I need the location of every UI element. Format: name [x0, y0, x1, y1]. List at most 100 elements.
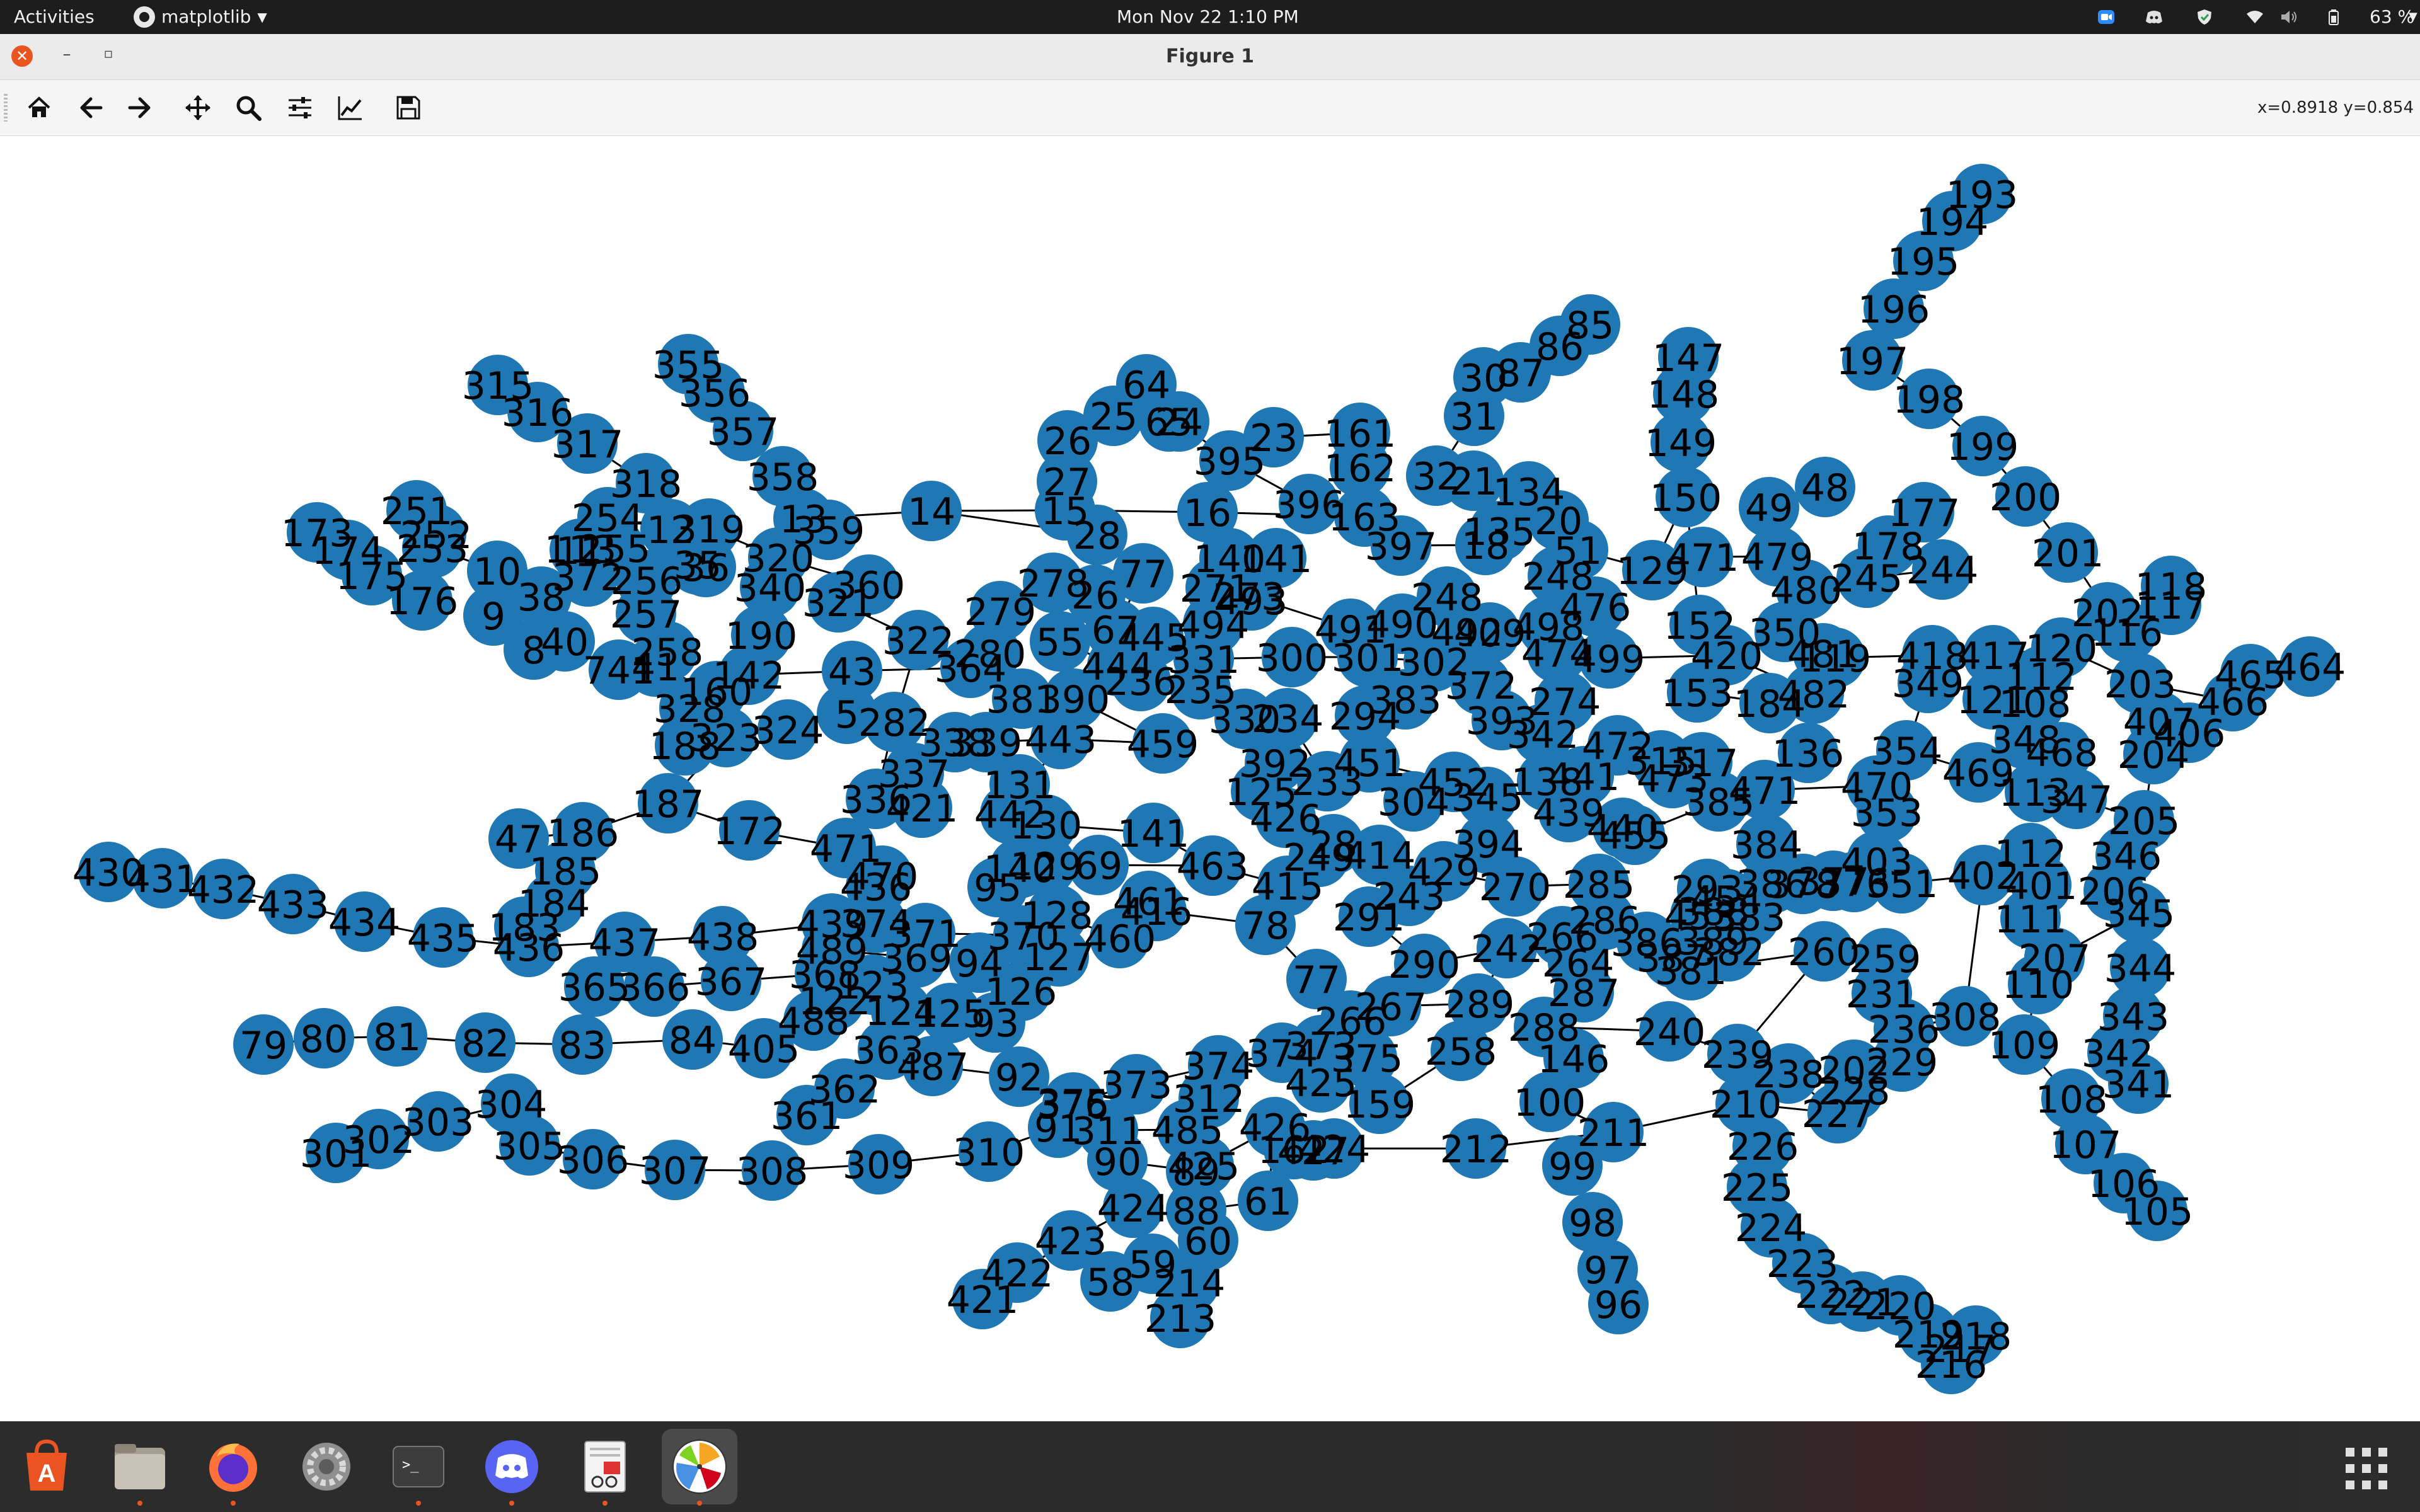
shield-icon[interactable] — [2196, 9, 2213, 25]
graph-node-label: 216 — [1915, 1343, 1988, 1387]
pan-icon[interactable] — [182, 91, 214, 124]
graph-node-label: 240 — [1634, 1011, 1706, 1055]
graph-node-label: 472 — [1582, 724, 1654, 769]
app-menu[interactable]: matplotlib ▼ — [134, 0, 267, 34]
save-icon[interactable] — [392, 91, 425, 124]
graph-node-label: 430 — [72, 851, 145, 895]
svg-text:>_: >_ — [402, 1457, 419, 1473]
configure-subplots-icon[interactable] — [284, 91, 316, 124]
graph-node-label: 226 — [1727, 1125, 1799, 1169]
graph-node-label: 323 — [690, 716, 763, 760]
zoom-icon[interactable] — [2097, 9, 2115, 25]
back-arrow-icon[interactable] — [74, 91, 107, 124]
graph-node-label: 204 — [2118, 733, 2190, 777]
graph-node-label: 100 — [1514, 1081, 1586, 1125]
graph-node-label: 471 — [1667, 536, 1739, 580]
maximize-icon[interactable]: ▫ — [97, 43, 120, 66]
dock: A >_ — [0, 1421, 2420, 1512]
graph-node-label: 442 — [974, 793, 1047, 837]
home-icon[interactable] — [23, 91, 55, 124]
graph-node-label: 98 — [1569, 1201, 1616, 1246]
graph-node-label: 301 — [300, 1132, 372, 1176]
graph-node-label: 454 — [1690, 878, 1763, 922]
graph-node-label: 396 — [1273, 483, 1345, 527]
graph-node-label: 317 — [551, 423, 624, 467]
graph-node-label: 28 — [1073, 514, 1121, 558]
graph-node-label: 89 — [1172, 1150, 1220, 1194]
running-indicator — [602, 1501, 608, 1506]
graph-node-label: 421 — [886, 787, 959, 831]
running-indicator — [137, 1501, 142, 1506]
running-indicator — [231, 1501, 236, 1506]
forward-arrow-icon[interactable] — [124, 91, 156, 124]
graph-node-label: 273 — [1213, 575, 1286, 619]
clock[interactable]: Mon Nov 22 1:10 PM — [1117, 0, 1299, 34]
graph-node-label: 339 — [950, 721, 1023, 765]
graph-node-label: 358 — [747, 455, 819, 500]
system-tray[interactable]: 63 % ▼ — [2067, 0, 2420, 34]
graph-node-label: 266 — [1315, 1000, 1387, 1044]
graph-node-label: 366 — [618, 966, 691, 1010]
graph-node-label: 308 — [736, 1150, 809, 1194]
graph-node-label: 438 — [687, 915, 759, 959]
graph-node-label: 48 — [1801, 466, 1849, 510]
matplotlib-icon[interactable] — [669, 1436, 730, 1506]
graph-node-label: 199 — [1947, 425, 2019, 469]
graph-node-label: 424 — [1097, 1187, 1170, 1231]
graph-nodes: 1931941951961971981992002012021181171161… — [72, 164, 2346, 1394]
graph-node-label: 285 — [1563, 863, 1635, 907]
graph-node-label: 141 — [1117, 812, 1190, 856]
graph-node-label: 421 — [947, 1278, 1019, 1322]
figure-canvas[interactable]: 193 194 195 196 197 198 199 200 201 202 118 117 116 1… — [0, 136, 2420, 1421]
graph-node-label: 433 — [257, 883, 330, 927]
discord-icon[interactable] — [2145, 9, 2163, 25]
graph-node-label: 402 — [1947, 854, 2020, 898]
firefox-icon[interactable] — [203, 1436, 263, 1506]
graph-node-label: 195 — [1887, 240, 1960, 284]
toolbar-grip[interactable] — [4, 94, 8, 122]
graph-node-label: 434 — [328, 901, 401, 945]
graph-node-label: 464 — [2274, 646, 2346, 690]
graph-node-label: 270 — [1479, 866, 1552, 910]
graph-node-label: 305 — [493, 1125, 566, 1169]
minimize-icon[interactable]: – — [55, 43, 78, 66]
graph-node-label: 306 — [557, 1138, 630, 1183]
terminal-icon[interactable]: >_ — [388, 1436, 449, 1506]
graph-node-label: 376 — [1818, 861, 1891, 905]
graph-node-label: 357 — [707, 410, 780, 454]
close-icon[interactable]: ✕ — [11, 45, 33, 67]
activities-button[interactable]: Activities — [14, 0, 95, 34]
zoom-icon[interactable] — [232, 91, 265, 124]
text-editor-icon[interactable] — [575, 1436, 635, 1506]
graph-node-label: 260 — [1788, 931, 1860, 975]
graph-node-label: 213 — [1144, 1297, 1217, 1341]
network-graph[interactable]: 1931941951961971981992002012021181171161… — [0, 136, 2420, 1421]
graph-node-label: 77 — [1293, 958, 1340, 1002]
volume-icon[interactable] — [2280, 9, 2298, 25]
ubuntu-software-icon[interactable]: A — [16, 1436, 77, 1497]
wifi-icon[interactable] — [2246, 9, 2264, 25]
graph-node-label: 244 — [1906, 549, 1979, 593]
settings-icon[interactable] — [296, 1436, 357, 1497]
discord-icon[interactable] — [481, 1436, 542, 1506]
graph-node-label: 370 — [988, 915, 1060, 959]
window-titlebar[interactable] — [0, 34, 2420, 80]
graph-node-label: 258 — [1425, 1030, 1497, 1074]
graph-node-label: 384 — [1731, 823, 1803, 868]
files-icon[interactable] — [110, 1436, 170, 1506]
graph-node-label: 197 — [1836, 340, 1909, 384]
graph-node-label: 40 — [541, 621, 589, 665]
battery-icon[interactable] — [2328, 9, 2342, 25]
graph-node-label: 424 — [1298, 1128, 1371, 1172]
graph-node-label: 324 — [752, 709, 824, 753]
graph-node-label: 360 — [833, 564, 906, 608]
graph-node-label: 252 — [400, 513, 473, 558]
graph-node-label: 150 — [1650, 476, 1722, 520]
show-apps-grid-icon[interactable] — [2344, 1446, 2388, 1491]
graph-node-label: 210 — [1710, 1083, 1782, 1127]
graph-node-label: 58 — [1086, 1261, 1134, 1305]
battery-percentage: 63 % — [2370, 6, 2415, 27]
graph-node-label: 92 — [995, 1056, 1043, 1100]
edit-axis-icon[interactable] — [334, 91, 367, 124]
graph-node-label: 10 — [473, 550, 521, 594]
